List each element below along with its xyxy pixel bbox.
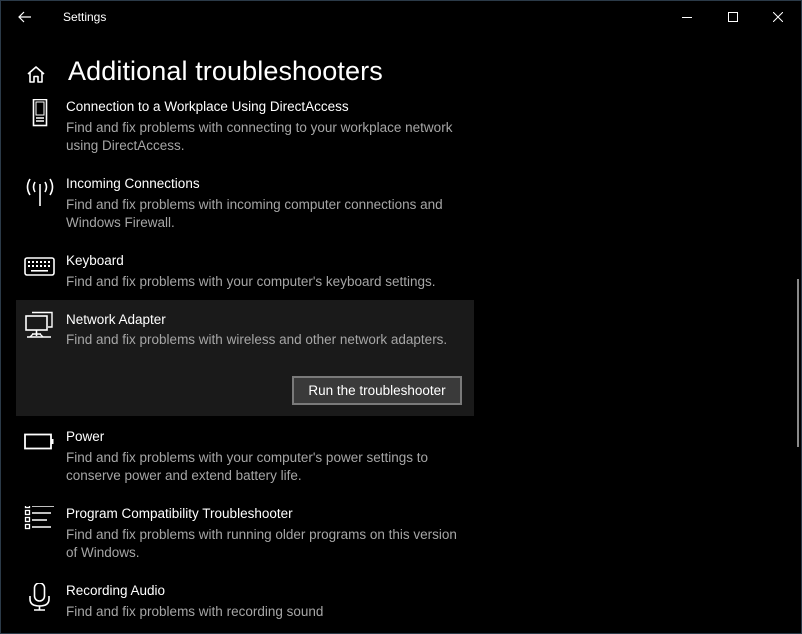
troubleshooter-name: Power — [66, 429, 105, 444]
troubleshooter-directaccess[interactable]: Connection to a Workplace Using DirectAc… — [16, 99, 474, 159]
troubleshooter-name: Incoming Connections — [66, 176, 200, 191]
back-arrow-icon — [18, 11, 32, 23]
app-title: Settings — [63, 10, 107, 24]
troubleshooter-network-adapter[interactable]: Network Adapter Find and fix problems wi… — [16, 300, 474, 416]
troubleshooter-keyboard[interactable]: Keyboard Find and fix problems with your… — [16, 253, 474, 295]
maximize-icon — [728, 12, 738, 22]
home-icon[interactable] — [25, 64, 47, 86]
page-title: Additional troubleshooters — [68, 56, 383, 86]
keyboard-icon — [24, 253, 56, 285]
troubleshooter-name: Program Compatibility Troubleshooter — [66, 506, 293, 521]
settings-window: Settings Additional troubleshooters Conn… — [0, 0, 802, 634]
battery-icon — [24, 429, 56, 461]
close-button[interactable] — [755, 1, 801, 33]
troubleshooter-power[interactable]: Power Find and fix problems with your co… — [16, 429, 474, 489]
minimize-button[interactable] — [664, 1, 710, 33]
back-button[interactable] — [9, 3, 41, 31]
troubleshooter-description: Find and fix problems with recording sou… — [66, 604, 324, 619]
minimize-icon — [682, 12, 692, 22]
checklist-icon — [24, 506, 56, 538]
troubleshooter-name: Connection to a Workplace Using DirectAc… — [66, 99, 349, 114]
troubleshooter-description: Find and fix problems with incoming comp… — [66, 197, 443, 230]
troubleshooter-description: Find and fix problems with wireless and … — [66, 332, 448, 347]
troubleshooter-description: Find and fix problems with your computer… — [66, 450, 428, 483]
maximize-button[interactable] — [710, 1, 756, 33]
close-icon — [773, 12, 783, 22]
microphone-icon — [24, 583, 56, 615]
run-troubleshooter-button[interactable]: Run the troubleshooter — [292, 376, 462, 405]
troubleshooter-description: Find and fix problems with running older… — [66, 527, 457, 560]
troubleshooter-program-compatibility[interactable]: Program Compatibility Troubleshooter Fin… — [16, 506, 474, 566]
troubleshooter-name: Recording Audio — [66, 583, 166, 598]
network-adapter-icon — [24, 310, 56, 342]
troubleshooter-description: Find and fix problems with connecting to… — [66, 120, 453, 153]
scrollbar-thumb[interactable] — [797, 279, 799, 447]
troubleshooter-incoming-connections[interactable]: Incoming Connections Find and fix proble… — [16, 176, 474, 236]
antenna-icon — [24, 176, 56, 208]
troubleshooter-description: Find and fix problems with your computer… — [66, 274, 436, 289]
phone-device-icon — [24, 99, 56, 131]
troubleshooter-recording-audio[interactable]: Recording Audio Find and fix problems wi… — [16, 583, 474, 625]
troubleshooter-name: Keyboard — [66, 253, 124, 268]
troubleshooter-name: Network Adapter — [66, 312, 166, 327]
title-bar: Settings — [1, 1, 801, 33]
